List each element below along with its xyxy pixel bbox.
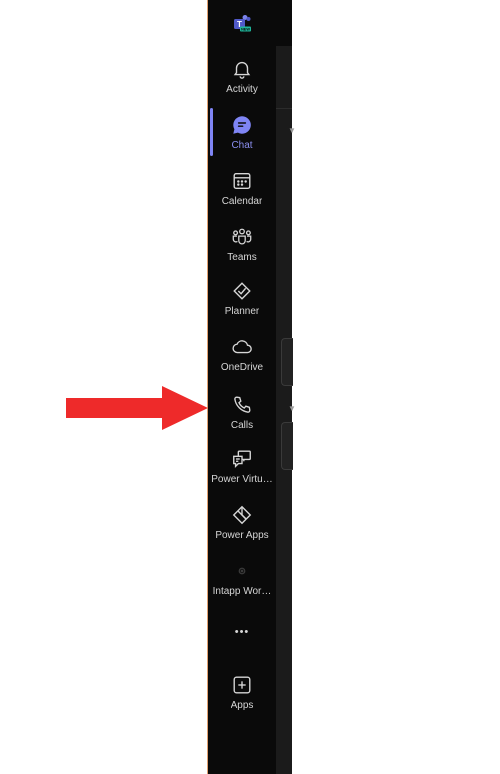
chevron-down-icon[interactable]: ▼ [288, 126, 296, 135]
nav-item-calendar[interactable]: Calendar [208, 166, 276, 218]
nav-label: Intapp Wor… [212, 586, 272, 597]
more-icon: ••• [234, 626, 250, 638]
nav-item-activity[interactable]: Activity [208, 54, 276, 106]
nav-item-calls[interactable]: Calls [208, 390, 276, 442]
more-apps-button[interactable]: ••• [208, 622, 276, 646]
nav-item-power-virtual-agents[interactable]: Power Virtu… [208, 444, 276, 496]
chat-list-item[interactable] [281, 422, 293, 470]
nav-item-teams[interactable]: Teams [208, 222, 276, 274]
nav-label: Planner [224, 306, 260, 317]
chat-list-item[interactable] [281, 338, 293, 386]
intapp-icon [238, 567, 246, 575]
nav-label: Apps [230, 700, 254, 711]
nav-label: Power Apps [215, 530, 269, 541]
cloud-icon [232, 340, 252, 354]
nav-item-power-apps[interactable]: Power Apps [208, 500, 276, 552]
power-virtual-agents-icon [233, 450, 251, 468]
nav-label: Chat [231, 140, 253, 151]
planner-icon [233, 282, 251, 300]
calendar-icon [233, 172, 251, 190]
nav-label: Activity [226, 84, 258, 95]
nav-label: Calls [230, 420, 254, 431]
nav-label: Teams [227, 252, 257, 263]
power-apps-icon [232, 505, 252, 525]
phone-icon [234, 396, 251, 413]
nav-label: Power Virtu… [211, 474, 273, 485]
nav-item-onedrive[interactable]: OneDrive [208, 332, 276, 384]
chat-list-panel: ▼ ▼ [276, 46, 296, 774]
nav-item-apps[interactable]: Apps [208, 670, 276, 722]
chevron-down-icon[interactable]: ▼ [288, 404, 296, 413]
new-badge: NEW [241, 28, 250, 32]
chat-icon [233, 116, 251, 134]
panel-divider [276, 108, 292, 109]
bell-icon [233, 61, 251, 79]
nav-label: Calendar [221, 196, 263, 207]
teams-logo-icon: T NEW [234, 15, 251, 32]
nav-item-planner[interactable]: Planner [208, 276, 276, 328]
teams-icon [232, 228, 252, 245]
nav-item-intapp[interactable]: Intapp Wor… [208, 556, 276, 608]
nav-item-chat[interactable]: Chat [208, 110, 276, 162]
add-apps-icon [233, 676, 251, 694]
nav-label: OneDrive [220, 362, 264, 373]
red-arrow-annotation [66, 386, 208, 430]
